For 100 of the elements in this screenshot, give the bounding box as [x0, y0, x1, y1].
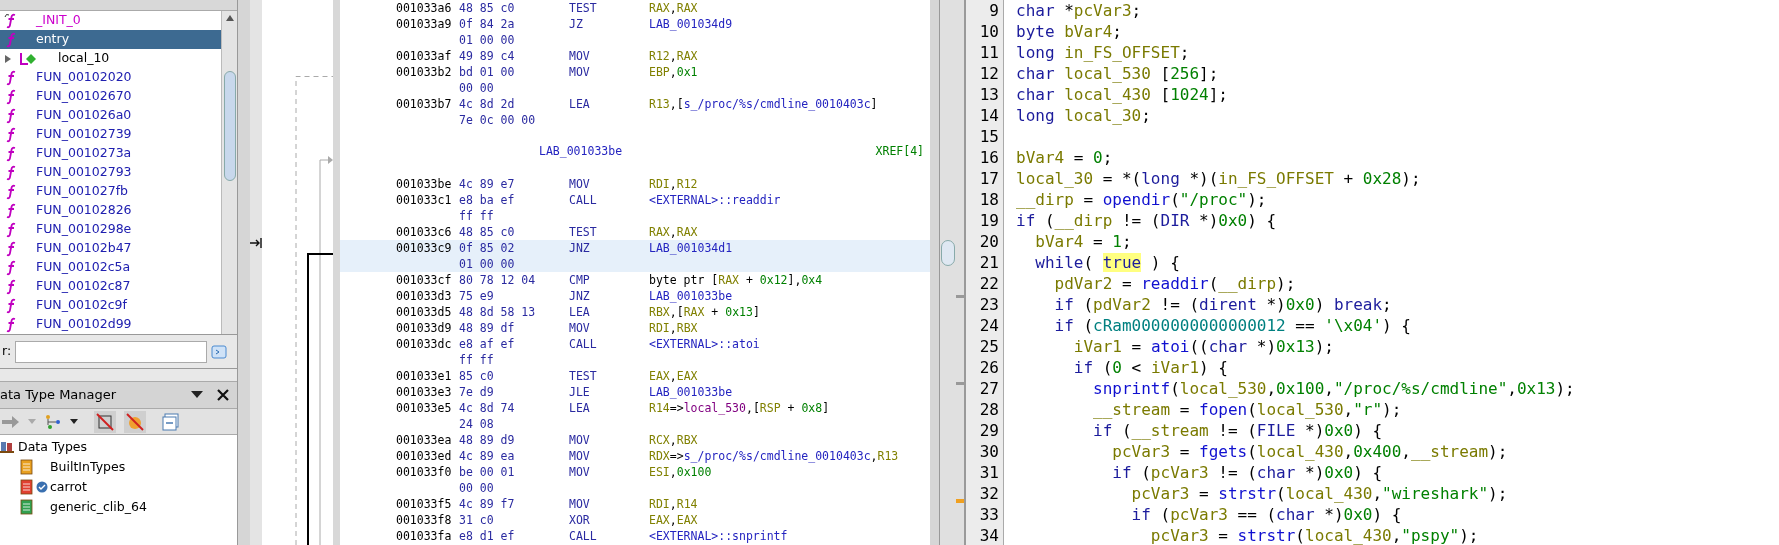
operand-text: RDI,R14 — [649, 496, 698, 512]
listing-row[interactable]: 001033f0 be 00 01 00 00 MOV ESI,0x100 — [340, 464, 930, 496]
filter-label: r: — [2, 342, 12, 361]
instruction-bytes: 48 8d 58 13 — [459, 304, 537, 320]
listing-address: 001033f8 — [396, 512, 453, 528]
listing-row[interactable]: 001033d9 48 89 df MOV RDI,RBX — [340, 320, 930, 336]
instruction-bytes: 4c 8d 74 — [459, 400, 516, 416]
divider-handle[interactable] — [941, 240, 955, 266]
tree-item[interactable]: BuiltInTypes — [50, 457, 126, 477]
filter-toggle-icon[interactable] — [124, 410, 146, 433]
line-number: 30 — [978, 441, 1000, 462]
tree-item[interactable]: FUN_00102793 — [0, 163, 221, 182]
mnemonic: CMP — [569, 272, 591, 288]
function-icon — [4, 69, 18, 86]
line-number: 12 — [978, 63, 1000, 84]
xref-count[interactable]: XREF[4] — [875, 143, 924, 161]
collapse-icon[interactable] — [162, 412, 180, 431]
tree-item[interactable]: FUN_00102670 — [0, 87, 221, 106]
dropdown-caret-icon[interactable] — [70, 418, 78, 425]
instruction-bytes: 4c 8d 2d — [459, 96, 516, 112]
function-icon — [4, 145, 18, 162]
listing-row[interactable]: 001033e5 4c 8d 74 24 08 LEA R14=>local_530,[RSP + 0x8] — [340, 400, 930, 432]
forward-arrow-icon[interactable] — [2, 415, 20, 428]
tree-item[interactable]: _INIT_0 — [0, 11, 221, 30]
tree-item[interactable]: FUN_001026a0 — [0, 106, 221, 125]
filter-toggle-icon[interactable] — [94, 410, 116, 433]
function-icon — [4, 278, 18, 295]
mnemonic: JZ — [569, 16, 584, 32]
tree-item[interactable]: FUN_00102739 — [0, 125, 221, 144]
listing-row[interactable]: 001033f8 31 c0 XOR EAX,EAX — [340, 512, 930, 528]
operand-text: RCX,RBX — [649, 432, 698, 448]
listing-row[interactable]: 001033a9 0f 84 2a 01 00 00 JZ LAB_001034d9 — [340, 16, 930, 48]
filter-options-icon[interactable] — [211, 343, 228, 360]
code-line: pcVar3 = strstr(local_430,"pspy"); — [1149, 525, 1479, 545]
line-number: 33 — [978, 504, 1000, 525]
tree-item[interactable]: FUN_0010298e — [0, 220, 221, 239]
listing-row[interactable]: 001033e3 7e d9 JLE LAB_001033be — [340, 384, 930, 400]
operand-text: ESI,0x100 — [649, 464, 712, 480]
listing-row[interactable]: 001033c1 e8 ba ef ff ff CALL <EXTERNAL>::readdir — [340, 192, 930, 224]
listing-row[interactable]: 001033d3 75 e9 JNZ LAB_001033be — [340, 288, 930, 304]
line-number: 32 — [978, 483, 1000, 504]
tree-item[interactable]: FUN_00102826 — [0, 201, 221, 220]
function-icon — [4, 164, 18, 181]
tree-item[interactable]: FUN_00102020 — [0, 68, 221, 87]
listing-row[interactable]: 001033cf 80 78 12 04 CMP byte ptr [RAX + 0x12],0x4 — [340, 272, 930, 288]
listing-row[interactable]: 001033fa e8 d1 ef CALL <EXTERNAL>::snprintf — [340, 528, 930, 544]
scroll-up-icon[interactable] — [225, 15, 234, 21]
instruction-bytes: 49 89 c4 — [459, 48, 516, 64]
tree-item[interactable]: FUN_0010273a — [0, 144, 221, 163]
code-label[interactable]: LAB_001033be — [539, 143, 623, 161]
mnemonic: TEST — [569, 368, 598, 384]
listing-row[interactable]: 001033c6 48 85 c0 TEST RAX,RAX — [340, 224, 930, 240]
code-line: pcVar3 = fgets(local_430,0x400,__stream); — [1111, 441, 1508, 462]
close-icon[interactable] — [217, 389, 229, 401]
listing-row[interactable]: 001033af 49 89 c4 MOV R12,RAX — [340, 48, 930, 64]
listing-row[interactable]: 001033d5 48 8d 58 13 LEA RBX,[RAX + 0x13] — [340, 304, 930, 320]
tree-item[interactable]: generic_clib_64 — [50, 497, 147, 517]
book-icon — [20, 499, 34, 515]
code-line: if (0 < iVar1) { — [1072, 357, 1228, 378]
tree-item[interactable]: FUN_00102c5a — [0, 258, 221, 277]
tree-item[interactable]: carrot — [50, 477, 87, 497]
code-line: long in_FS_OFFSET; — [1016, 42, 1190, 63]
mnemonic: MOV — [569, 448, 591, 464]
tree-item[interactable]: entry — [0, 30, 221, 49]
listing-row[interactable]: 001033dc e8 af ef ff ff CALL <EXTERNAL>::atoi — [340, 336, 930, 368]
operand-text: R13,[s_/proc/%s/cmdline_0010403c] — [649, 96, 878, 112]
instruction-bytes: 80 78 12 04 — [459, 272, 537, 288]
instruction-bytes: 01 00 00 — [459, 256, 516, 272]
mnemonic: JNZ — [569, 288, 591, 304]
function-icon — [4, 240, 18, 257]
listing-row[interactable]: 001033f5 4c 89 f7 MOV RDI,R14 — [340, 496, 930, 512]
dropdown-caret-icon[interactable] — [191, 391, 203, 399]
listing-row[interactable]: 001033c9 0f 85 02 01 00 00 JNZ LAB_001034d1 — [340, 240, 930, 272]
listing-address: 001033e1 — [396, 368, 453, 384]
listing-row[interactable]: 001033a6 48 85 c0 TEST RAX,RAX — [340, 0, 930, 16]
listing-address: 001033c9 — [396, 240, 453, 256]
listing-row[interactable]: 001033b2 bd 01 00 00 00 MOV EBP,0x1 — [340, 64, 930, 96]
tree-item[interactable]: FUN_00102c9f — [0, 296, 221, 315]
mnemonic: MOV — [569, 320, 591, 336]
listing-row[interactable]: 001033e1 85 c0 TEST EAX,EAX — [340, 368, 930, 384]
tree-item[interactable]: Data Types — [18, 437, 88, 457]
tree-nodes-icon[interactable] — [44, 413, 62, 430]
code-line: __dirp = opendir("/proc"); — [1016, 189, 1267, 210]
tree-item[interactable]: FUN_00102c87 — [0, 277, 221, 296]
code-line: iVar1 = atoi((char *)0x13); — [1072, 336, 1334, 357]
tree-item[interactable]: local_10 — [0, 49, 221, 68]
filter-field[interactable] — [15, 340, 208, 363]
instruction-bytes: 48 89 d9 — [459, 432, 516, 448]
listing-row[interactable]: 001033ea 48 89 d9 MOV RCX,RBX — [340, 432, 930, 448]
line-number: 28 — [978, 399, 1000, 420]
operand-text: <EXTERNAL>::readdir — [649, 192, 781, 208]
listing-row[interactable]: 001033b7 4c 8d 2d 7e 0c 00 00 LEA R13,[s_/proc/%s/cmdline_0010403c] — [340, 96, 930, 128]
listing-row[interactable]: 001033be 4c 89 e7 MOV RDI,R12 — [340, 176, 930, 192]
tree-item[interactable]: FUN_001027fb — [0, 182, 221, 201]
listing-row[interactable]: 001033ed 4c 89 ea MOV RDX=>s_/proc/%s/cmdline_0010403c,R13 — [340, 448, 930, 464]
mnemonic: TEST — [569, 0, 598, 16]
listing-address: 001033d5 — [396, 304, 453, 320]
scrollbar[interactable] — [221, 11, 237, 334]
tree-item[interactable]: FUN_00102d99 — [0, 315, 221, 334]
tree-item[interactable]: FUN_00102b47 — [0, 239, 221, 258]
